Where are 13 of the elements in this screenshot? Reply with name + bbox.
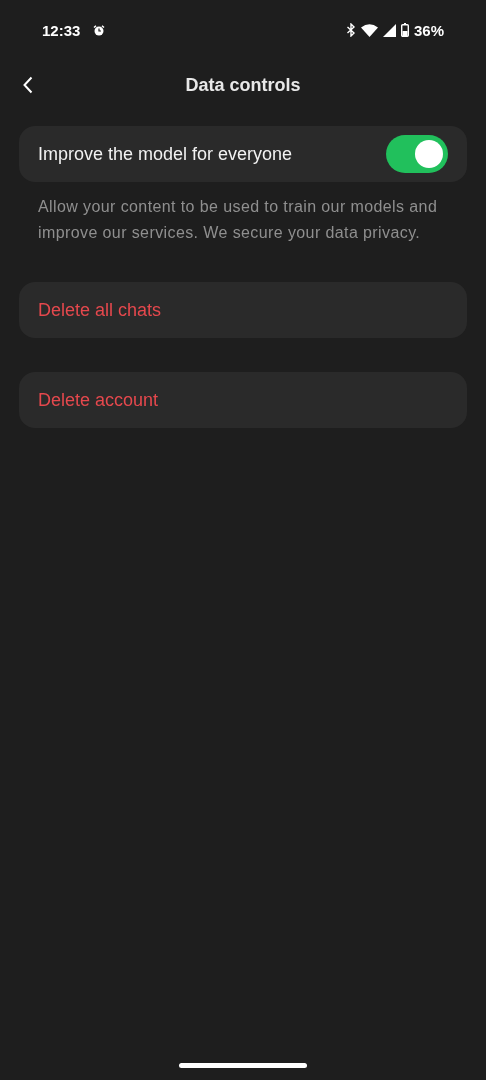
toggle-switch[interactable] — [386, 135, 448, 173]
alarm-clock-icon — [93, 24, 106, 36]
delete-button[interactable]: Delete all chats — [19, 282, 467, 338]
page-title: Data controls — [185, 74, 301, 96]
bluetooth-icon — [345, 23, 356, 37]
signal-icon — [382, 23, 396, 37]
setting-label: Improve the model for everyone — [38, 143, 293, 165]
delete-button[interactable]: Delete account — [19, 372, 467, 428]
battery-icon — [400, 23, 409, 37]
status-time: 12:33 — [42, 21, 81, 39]
battery-percent: 36% — [413, 21, 444, 39]
setting-description: Allow your content to be used to train our models and improve our services. We secure your data privacy. — [37, 197, 439, 243]
wifi-icon — [360, 23, 378, 37]
